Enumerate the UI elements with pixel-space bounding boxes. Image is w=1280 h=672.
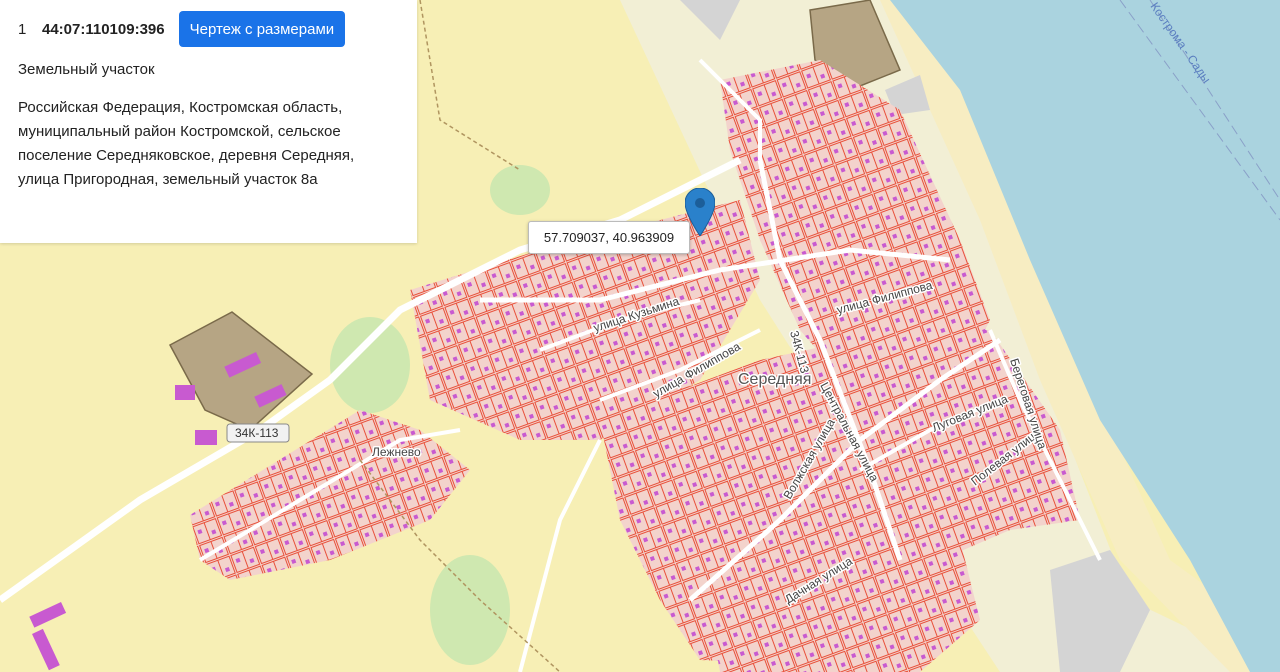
label-lezhnevo: Лежнево bbox=[372, 445, 421, 459]
object-type: Земельный участок bbox=[18, 61, 155, 78]
address-text: Российская Федерация, Костромская област… bbox=[18, 99, 355, 188]
green-area bbox=[430, 555, 510, 665]
panel-header-row: 1 44:07:110109:396 Чертеж с размерами bbox=[18, 11, 399, 47]
building bbox=[175, 385, 195, 400]
coordinates-popup: 57.709037, 40.963909 bbox=[528, 221, 690, 254]
location-pin-icon[interactable] bbox=[685, 188, 715, 236]
info-panel: 1 44:07:110109:396 Чертеж с размерами Зе… bbox=[0, 0, 417, 243]
coordinates-text: 57.709037, 40.963909 bbox=[543, 230, 675, 245]
green-area bbox=[490, 165, 550, 215]
drawing-with-dimensions-button[interactable]: Чертеж с размерами bbox=[178, 11, 346, 47]
road-badge-text: 34К-113 bbox=[235, 426, 279, 440]
cadastral-number[interactable]: 44:07:110109:396 bbox=[42, 21, 165, 38]
row-index: 1 bbox=[18, 20, 27, 38]
building bbox=[195, 430, 217, 445]
